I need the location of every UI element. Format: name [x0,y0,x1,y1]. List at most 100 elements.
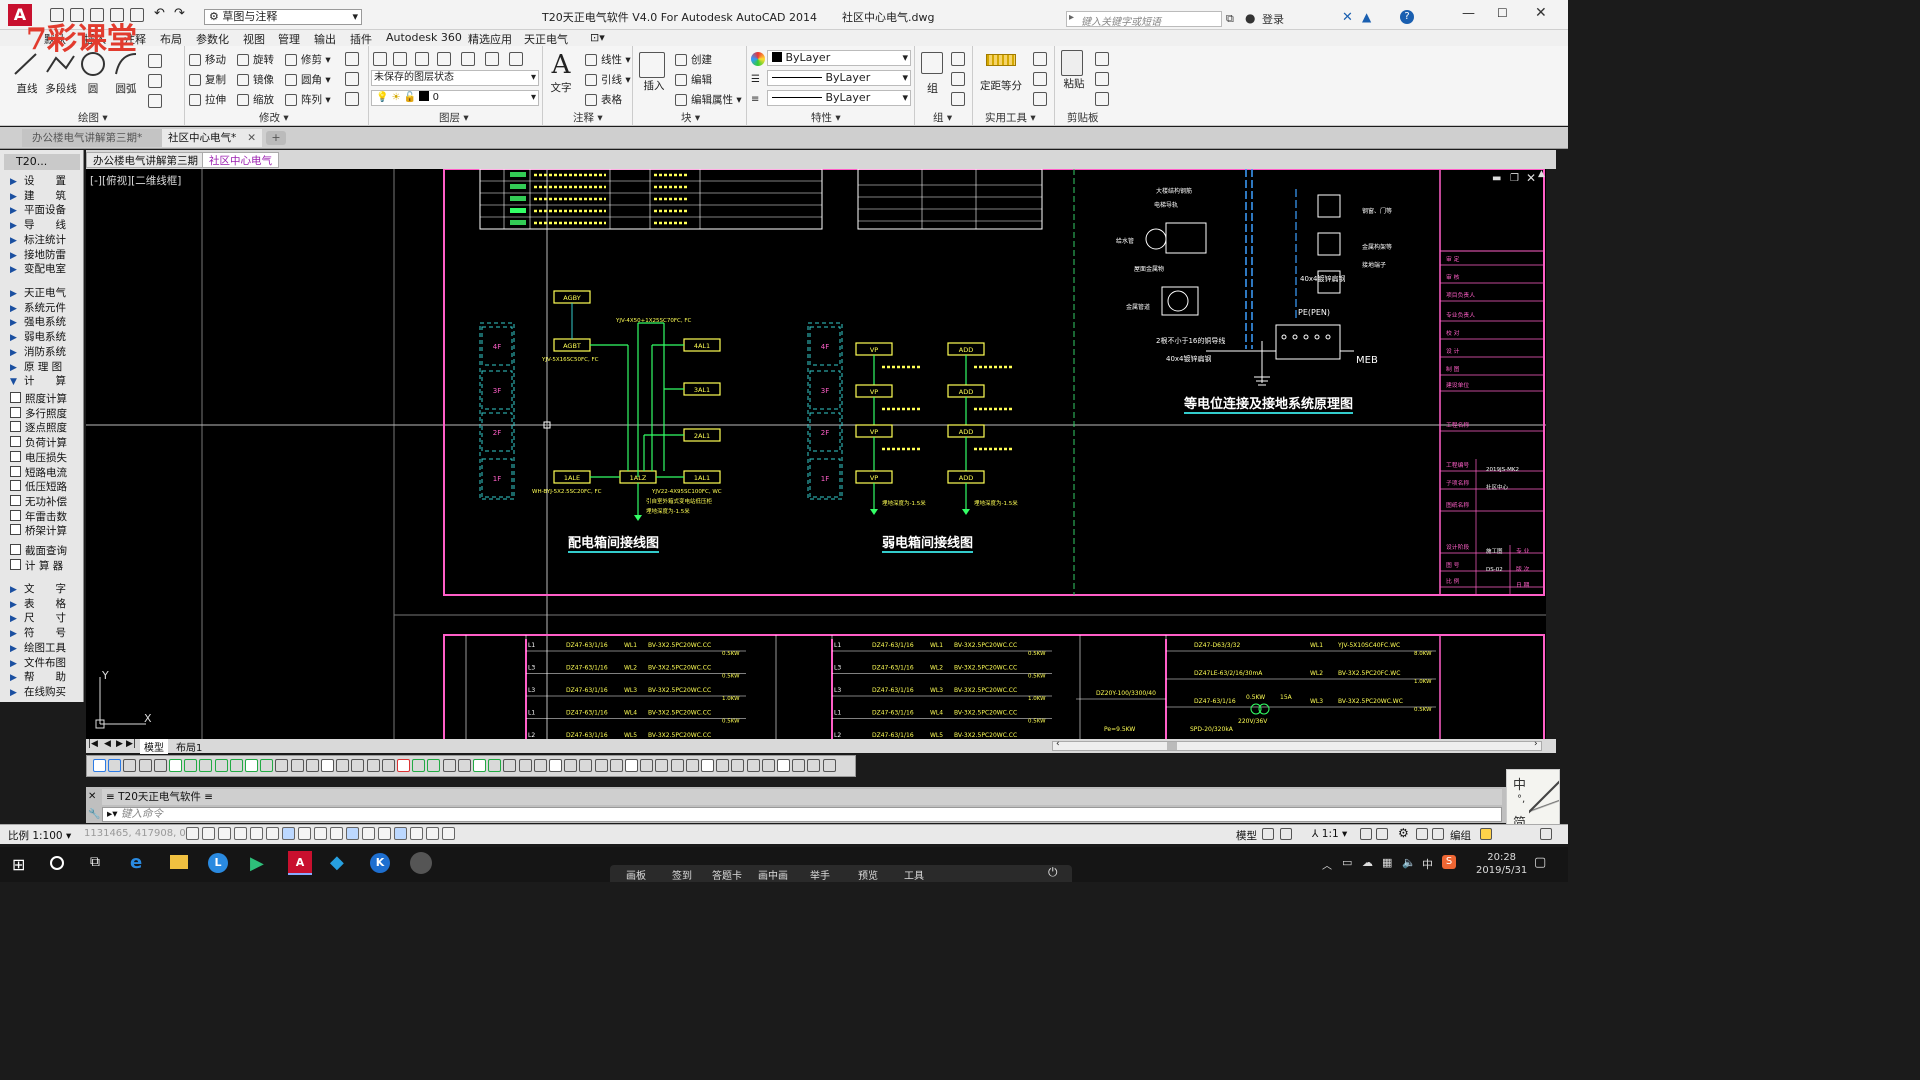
leader-button[interactable]: 引线 ▾ [585,72,631,87]
t20-tool-icon[interactable] [442,759,456,772]
explorer-icon[interactable] [170,855,188,869]
user-icon[interactable]: ● [1245,11,1255,25]
scale-button[interactable]: 缩放 [237,92,274,107]
avatar[interactable] [410,852,432,874]
notification-icon[interactable]: ▢ [1534,855,1546,870]
side-menu-item[interactable]: ▶ 表 格 [10,597,80,611]
drafting-toggle-icon[interactable] [218,827,231,840]
a360-icon[interactable]: ▲ [1362,10,1371,24]
scroll-thumb[interactable] [1167,742,1177,750]
t20-tool-icon[interactable] [473,759,486,772]
classroom-item[interactable]: 工具 [904,867,924,882]
workspace-gear-icon[interactable]: ⚙ [1398,826,1409,840]
mirror-button[interactable]: 镜像 [237,72,274,87]
t20-tool-icon[interactable] [518,759,532,772]
side-menu-item[interactable]: ▶ 建 筑 [10,189,80,203]
classroom-item[interactable]: 举手 [810,867,830,882]
t20-tool-icon[interactable] [427,759,441,772]
lineweight-dropdown[interactable]: ByLayer ▾ [767,90,911,106]
color-dropdown[interactable]: ByLayer ▾ [767,50,911,66]
drawing-tab-office[interactable]: 办公楼电气讲解第三期 [86,152,205,168]
binoculars-icon[interactable]: ⧉ [1226,12,1234,26]
t20-tool-icon[interactable] [549,759,562,772]
side-menu-item[interactable]: ▶ 在线购买 [10,685,80,699]
tray-sogou-icon[interactable]: S [1442,855,1456,869]
t20-tool-icon[interactable] [412,759,426,772]
first-tab-icon[interactable]: |◀ [88,739,98,749]
text-button[interactable]: A 文字 [549,50,573,95]
power-icon[interactable]: ⏻ [1048,865,1058,880]
ungroup-icon[interactable] [951,52,965,66]
classroom-item[interactable]: 答题卡 [712,867,742,882]
tray-volume-icon[interactable]: 🔈 [1402,856,1416,869]
side-menu-item[interactable]: ▶ 导 线 [10,218,80,232]
command-input[interactable]: ▸▾ 键入命令 [102,807,1502,822]
side-menu-item[interactable]: 电压损失 [10,450,80,465]
drawing-tab-community[interactable]: 社区中心电气 [202,152,279,168]
t20-tool-icon[interactable] [199,759,213,772]
offset-icon[interactable] [345,92,359,106]
t20-tool-icon[interactable] [685,759,699,772]
erase-icon[interactable] [345,52,359,66]
array-button[interactable]: 阵列 ▾ [285,92,331,107]
drafting-toggle-icon[interactable] [314,827,327,840]
task-view-icon[interactable]: ⧉ [90,854,100,870]
layer-properties-icon[interactable] [373,52,387,66]
tab-manage[interactable]: 管理 [278,31,300,47]
isolate-icon[interactable] [1432,828,1444,840]
side-menu-item[interactable]: 低压短路 [10,480,80,494]
ribbon-minimize-icon[interactable]: ⊡▾ [590,31,605,44]
tab-layout[interactable]: 布局 [160,31,182,47]
t20-tool-icon[interactable] [290,759,304,772]
t20-tool-icon[interactable] [594,759,608,772]
t20-tool-icon[interactable] [716,759,730,772]
next-tab-icon[interactable]: ▶ [116,739,123,749]
t20-tool-icon[interactable] [670,759,684,772]
classroom-item[interactable]: 签到 [672,867,692,882]
t20-tool-icon[interactable] [153,759,167,772]
drafting-toggle-icon[interactable] [362,827,375,840]
t20-tool-icon[interactable] [564,759,578,772]
model-space-button[interactable]: 模型 [1236,828,1257,843]
match-properties-icon[interactable] [751,52,765,66]
modify-panel-label[interactable]: 修改 ▾ [259,110,289,125]
scroll-left-icon[interactable]: ‹ [1056,739,1060,749]
measure-button[interactable]: 定距等分 [979,54,1023,93]
tray-cloud-icon[interactable]: ☁ [1362,856,1373,869]
t20-tool-icon[interactable] [761,759,775,772]
move-button[interactable]: 移动 [189,52,226,67]
drawing-canvas[interactable]: [-][俯视][二维线框] ▬ ❐ ✕ 4F 3F 2F 1F AGBY AGBT 4AL… [86,169,1546,739]
tray-chevron-icon[interactable]: ︿ [1322,857,1332,872]
t20-tool-icon[interactable] [777,759,790,772]
annotation-panel-label[interactable]: 注释 ▾ [573,110,603,125]
side-menu-item[interactable]: 桥架计算 [10,524,80,538]
t20-tool-icon[interactable] [381,759,395,772]
draw-panel-label[interactable]: 绘图 ▾ [78,110,108,125]
drafting-toggle-icon[interactable] [234,827,247,840]
region-icon[interactable] [148,94,162,108]
app-diamond-icon[interactable]: ◆ [330,852,344,873]
t20-tool-icon[interactable] [108,759,122,772]
drafting-toggle-icon[interactable] [266,827,279,840]
group-status-button[interactable]: 编组 [1450,828,1471,843]
cortana-icon[interactable] [50,856,64,870]
layer-walk-icon[interactable] [509,52,523,66]
id-point-icon[interactable] [1033,72,1047,86]
layer-lock-icon[interactable] [485,52,499,66]
side-menu-item[interactable]: ▶ 系统元件 [10,301,80,315]
tab-layout1[interactable]: 布局1 [172,739,206,754]
t20-tool-icon[interactable] [366,759,380,772]
t20-tool-icon[interactable] [336,759,350,772]
close-button[interactable]: ✕ [1535,5,1547,21]
paste-button[interactable]: 粘贴 [1061,50,1087,91]
file-tab-community[interactable]: 社区中心电气* ✕ [162,129,262,147]
fillet-button[interactable]: 圆角 ▾ [285,72,331,87]
undo-icon[interactable]: ↶ [154,6,165,21]
group-label[interactable]: 组 [927,80,938,96]
t20-tool-icon[interactable] [609,759,623,772]
rotate-button[interactable]: 旋转 [237,52,274,67]
side-menu-item[interactable]: ▶ 原 理 图 [10,360,80,374]
drafting-toggle-icon[interactable] [330,827,343,840]
tab-featured-apps[interactable]: 精选应用 [468,31,512,47]
linetype-dropdown[interactable]: ByLayer ▾ [767,70,911,86]
